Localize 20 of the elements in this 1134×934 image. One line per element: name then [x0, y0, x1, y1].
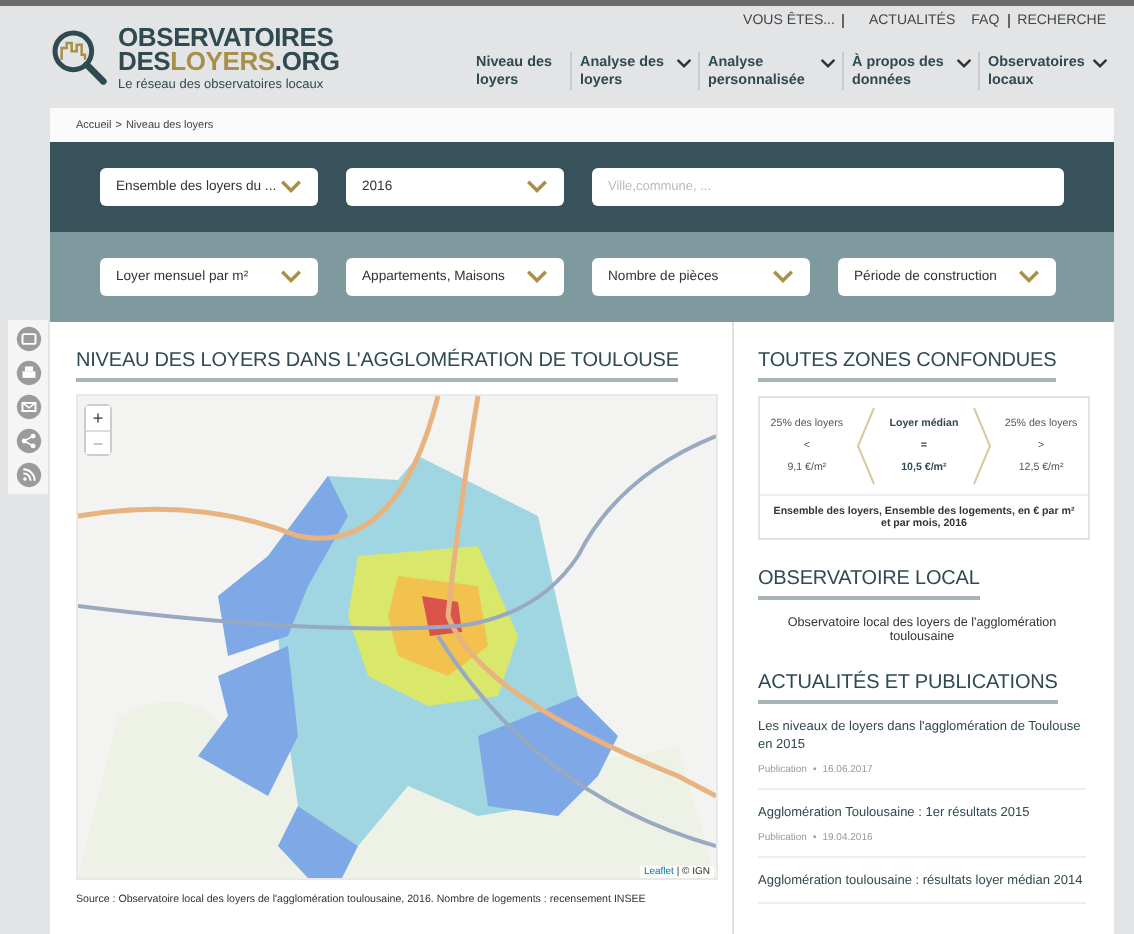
- section-heading: OBSERVATOIRE LOCAL: [758, 568, 980, 600]
- logo-text: OBSERVATOIRES: [118, 26, 334, 50]
- logo-text: DESLOYERS.ORG: [118, 50, 340, 74]
- section-heading: ACTUALITÉS ET PUBLICATIONS: [758, 672, 1058, 704]
- printer-icon[interactable]: [15, 360, 41, 386]
- section-heading: NIVEAU DES LOYERS DANS L'AGGLOMÉRATION DE TOULOUSE: [76, 350, 679, 382]
- chevron-icon: [526, 180, 548, 194]
- chevron-icon: [526, 270, 548, 284]
- chevron-icon: [280, 270, 302, 284]
- magnifier-icon: [50, 28, 110, 88]
- chevron-icon: [1018, 270, 1040, 284]
- angle-icon: [856, 406, 877, 486]
- chevron-icon: [772, 270, 794, 284]
- csv-icon[interactable]: [15, 326, 41, 352]
- rss-icon[interactable]: [15, 462, 41, 488]
- chevron-icon: [280, 180, 302, 194]
- share-icon[interactable]: [15, 428, 41, 454]
- section-heading: TOUTES ZONES CONFONDUES: [758, 350, 1057, 382]
- mail-icon[interactable]: [15, 394, 41, 420]
- angle-icon: [971, 406, 992, 486]
